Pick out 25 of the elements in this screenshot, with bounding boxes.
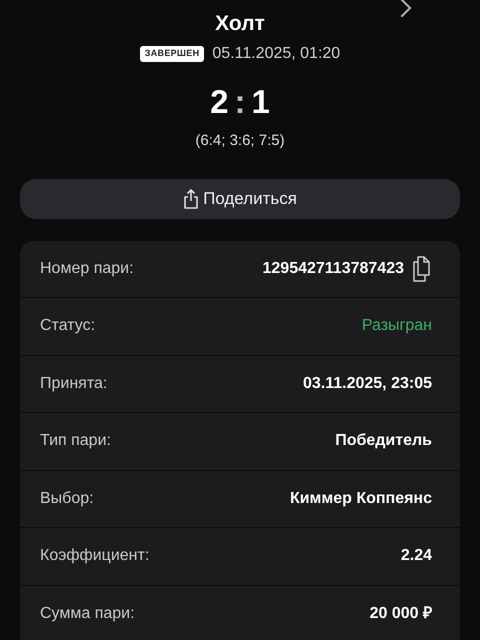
share-icon bbox=[183, 188, 200, 208]
score-separator: : bbox=[234, 82, 246, 122]
share-button[interactable]: Поделиться bbox=[20, 178, 460, 218]
away-score: 1 bbox=[252, 82, 270, 122]
status-value: Разыгран bbox=[362, 316, 432, 336]
field-value: 2.24 bbox=[400, 546, 432, 566]
match-date: 05.11.2025, 01:20 bbox=[212, 44, 340, 64]
field-value: 20 000 ₽ bbox=[370, 604, 432, 624]
status-badge: ЗАВЕРШЕН bbox=[140, 46, 204, 62]
chevron-right-icon[interactable] bbox=[400, 0, 412, 18]
match-title: Холт bbox=[215, 12, 265, 35]
field-label: Принята: bbox=[40, 374, 108, 394]
home-score: 2 bbox=[210, 82, 228, 122]
field-label: Выбор: bbox=[40, 488, 94, 509]
field-value: Киммер Коппеянс bbox=[290, 488, 432, 509]
field-label: Коэффициент: bbox=[40, 546, 150, 566]
copy-icon[interactable] bbox=[412, 256, 432, 282]
field-label: Номер пари: bbox=[40, 258, 134, 279]
field-value: Победитель bbox=[335, 431, 432, 452]
field-label: Тип пари: bbox=[40, 431, 111, 452]
field-label: Статус: bbox=[40, 316, 96, 336]
field-label: Сумма пари: bbox=[40, 604, 135, 624]
set-scores: (6:4; 3:6; 7:5) bbox=[194, 131, 286, 151]
field-value: 03.11.2025, 23:05 bbox=[302, 374, 432, 394]
field-value: 1295427113787423 bbox=[262, 258, 404, 279]
